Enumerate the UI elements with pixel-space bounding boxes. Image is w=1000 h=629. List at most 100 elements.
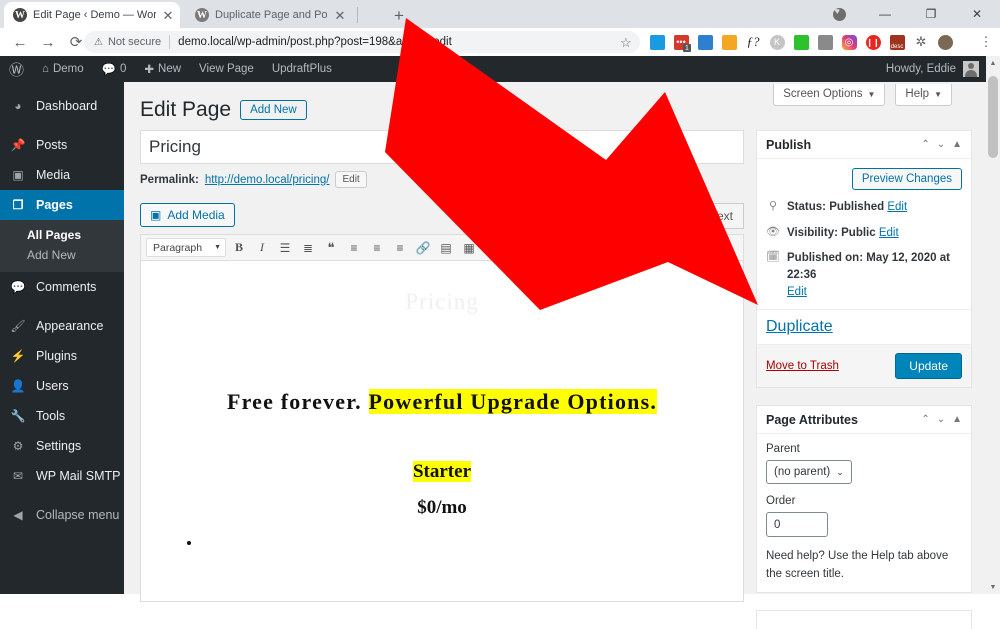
adminbar-view-page[interactable]: View Page bbox=[190, 56, 263, 82]
back-button[interactable]: ← bbox=[6, 28, 34, 56]
scroll-down-icon[interactable]: ▼ bbox=[986, 580, 1000, 594]
avatar[interactable] bbox=[963, 61, 979, 77]
tools-icon: 🔧 bbox=[9, 409, 27, 423]
edit-visibility-link[interactable]: Edit bbox=[879, 227, 899, 239]
move-up-icon[interactable]: ⌃ bbox=[921, 139, 929, 150]
redmine-icon[interactable]: ••• 1 bbox=[669, 30, 693, 54]
insert-link-icon[interactable]: 🔗 bbox=[413, 238, 433, 258]
sync-status-icon[interactable] bbox=[816, 0, 862, 28]
sidebar-item-comments[interactable]: 💬 Comments bbox=[0, 272, 124, 302]
sidebar-item-add-new[interactable]: Add New bbox=[0, 245, 124, 265]
edit-status-link[interactable]: Edit bbox=[887, 201, 907, 213]
sidebar-item-pages[interactable]: ❐ Pages bbox=[0, 190, 124, 220]
adminbar-site-name[interactable]: ⌂ Demo bbox=[33, 56, 93, 82]
address-bar[interactable]: ⚠ Not secure demo.local/wp-admin/post.ph… bbox=[84, 31, 640, 53]
sidebar-item-settings[interactable]: ⚙ Settings bbox=[0, 431, 124, 461]
post-title-input[interactable]: Pricing bbox=[140, 130, 744, 164]
film-icon[interactable] bbox=[813, 30, 837, 54]
maximize-button[interactable]: ❐ bbox=[908, 0, 954, 28]
tab-visual[interactable]: Visual bbox=[647, 203, 701, 229]
howdy-label[interactable]: Howdy, Eddie bbox=[886, 63, 956, 75]
page-scrollbar[interactable]: ▲ ▼ bbox=[986, 56, 1000, 594]
sidebar-item-users[interactable]: 👤 Users bbox=[0, 371, 124, 401]
profile-avatar-icon[interactable] bbox=[933, 30, 957, 54]
parent-select[interactable]: (no parent) ⌄ bbox=[766, 460, 852, 484]
wp-admin-sidebar: ◕ Dashboard 📌 Posts ▣ Media ❐ Pages All … bbox=[0, 82, 124, 594]
tab-text[interactable]: Text bbox=[700, 203, 744, 229]
sidebar-item-appearance[interactable]: 🖌 Appearance bbox=[0, 311, 124, 341]
duplicate-link[interactable]: Duplicate bbox=[766, 318, 833, 335]
align-center-icon[interactable]: ≡ bbox=[367, 238, 387, 258]
toolbar-toggle-icon[interactable]: ▦ bbox=[459, 238, 479, 258]
chrome-menu-button[interactable]: ⋮ bbox=[976, 32, 996, 52]
move-down-icon[interactable]: ⌄ bbox=[937, 139, 945, 150]
forward-button[interactable]: → bbox=[34, 28, 62, 56]
minimize-button[interactable]: — bbox=[862, 0, 908, 28]
bulleted-list-icon[interactable]: ☰ bbox=[275, 238, 295, 258]
bold-icon[interactable]: B bbox=[229, 238, 249, 258]
scrollbar-thumb[interactable] bbox=[988, 76, 998, 158]
kaspersky-icon[interactable]: K bbox=[765, 30, 789, 54]
move-to-trash-link[interactable]: Move to Trash bbox=[766, 360, 839, 372]
permalink-edit-button[interactable]: Edit bbox=[335, 171, 366, 188]
sidebar-item-media[interactable]: ▣ Media bbox=[0, 160, 124, 190]
record-icon[interactable]: ❙❙ bbox=[861, 30, 885, 54]
permalink-link[interactable]: http://demo.local/pricing/ bbox=[205, 174, 330, 186]
sidebar-item-tools[interactable]: 🔧 Tools bbox=[0, 401, 124, 431]
numbered-list-icon[interactable]: ≣ bbox=[298, 238, 318, 258]
update-button[interactable]: Update bbox=[895, 353, 962, 379]
close-icon[interactable]: ✕ bbox=[162, 9, 174, 22]
adminbar-updraftplus[interactable]: UpdraftPlus bbox=[263, 56, 341, 82]
close-window-button[interactable]: ✕ bbox=[954, 0, 1000, 28]
paragraph-format-select[interactable]: Paragraph ▼ bbox=[146, 238, 226, 257]
read-more-icon[interactable]: ▤ bbox=[436, 238, 456, 258]
puzzle-extensions-icon[interactable]: ✲ bbox=[909, 30, 933, 54]
page-attributes-header: Page Attributes ⌃ ⌄ ▲ bbox=[757, 406, 971, 434]
screen-options-button[interactable]: Screen Options ▼ bbox=[773, 84, 885, 106]
italic-icon[interactable]: I bbox=[252, 238, 272, 258]
order-input[interactable]: 0 bbox=[766, 512, 828, 537]
status-label: Status: bbox=[787, 201, 826, 213]
browser-tab-inactive[interactable]: W Duplicate Page and Post – WordP ✕ bbox=[186, 2, 352, 28]
adminbar-label: 0 bbox=[120, 63, 126, 75]
metabox-column: Publish ⌃ ⌄ ▲ Preview Changes ⚲ Status: … bbox=[756, 130, 972, 629]
browser-tab-active[interactable]: W Edit Page ‹ Demo — WordPress ✕ bbox=[4, 2, 180, 28]
scroll-up-icon[interactable]: ▲ bbox=[986, 56, 1000, 70]
green-square-icon[interactable] bbox=[789, 30, 813, 54]
edit-published-link[interactable]: Edit bbox=[787, 286, 807, 298]
instagram-icon[interactable]: ◎ bbox=[837, 30, 861, 54]
sidebar-item-all-pages[interactable]: All Pages bbox=[0, 225, 124, 245]
notes-icon[interactable] bbox=[717, 30, 741, 54]
bookmark-star-icon[interactable]: ☆ bbox=[620, 35, 632, 51]
sidebar-item-collapse-menu[interactable]: ◀ Collapse menu bbox=[0, 500, 124, 530]
fontface-icon[interactable]: ƒ? bbox=[741, 30, 765, 54]
move-down-icon[interactable]: ⌄ bbox=[937, 414, 945, 425]
move-up-icon[interactable]: ⌃ bbox=[921, 414, 929, 425]
page-title: Edit Page bbox=[140, 98, 231, 122]
adminbar-comments[interactable]: 💬 0 bbox=[93, 56, 136, 82]
order-input-value: 0 bbox=[774, 519, 780, 531]
sidebar-item-label: Plugins bbox=[36, 349, 77, 363]
pocket-icon[interactable] bbox=[645, 30, 669, 54]
help-button[interactable]: Help ▼ bbox=[895, 84, 952, 106]
close-icon[interactable]: ✕ bbox=[334, 9, 346, 22]
sidebar-item-posts[interactable]: 📌 Posts bbox=[0, 130, 124, 160]
blockquote-icon[interactable]: ❝ bbox=[321, 238, 341, 258]
add-new-button[interactable]: Add New bbox=[240, 100, 307, 120]
tax-icon[interactable] bbox=[693, 30, 717, 54]
preview-changes-button[interactable]: Preview Changes bbox=[852, 168, 962, 190]
add-media-button[interactable]: ▣ Add Media bbox=[140, 203, 235, 227]
toggle-panel-icon[interactable]: ▲ bbox=[952, 139, 962, 150]
align-right-icon[interactable]: ≡ bbox=[390, 238, 410, 258]
align-left-icon[interactable]: ≡ bbox=[344, 238, 364, 258]
sidebar-item-plugins[interactable]: ⚡ Plugins bbox=[0, 341, 124, 371]
new-tab-button[interactable]: + bbox=[388, 5, 410, 27]
featured-image-metabox[interactable] bbox=[756, 610, 972, 629]
sidebar-item-wp-mail-smtp[interactable]: ✉ WP Mail SMTP bbox=[0, 461, 124, 491]
desc-icon[interactable]: desc bbox=[885, 30, 909, 54]
adminbar-new[interactable]: ✚ New bbox=[135, 56, 190, 82]
wp-logo-icon[interactable]: Ⓦ bbox=[0, 56, 33, 82]
editor-content-area[interactable]: Pricing Free forever. Powerful Upgrade O… bbox=[140, 261, 744, 602]
sidebar-item-dashboard[interactable]: ◕ Dashboard bbox=[0, 91, 124, 121]
toggle-panel-icon[interactable]: ▲ bbox=[952, 414, 962, 425]
